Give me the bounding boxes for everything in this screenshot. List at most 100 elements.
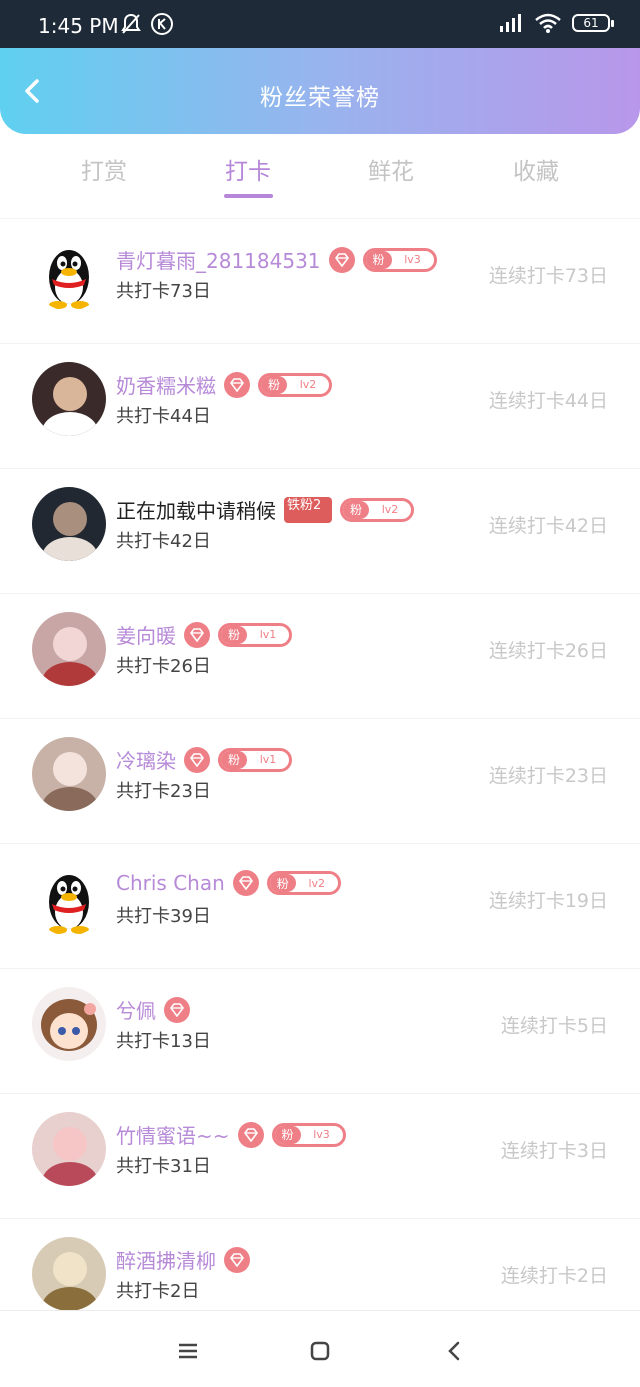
ranking-list: 青灯暮雨_281184531 粉 lv3 共打卡73日 连续打卡73日 奶香糯米糍粉 lv2… [0, 218, 640, 1343]
name-line: 姜向暖 粉 lv1 [116, 620, 292, 649]
name-line: 正在加载中请稍候 铁粉2 粉 lv2 [116, 495, 414, 524]
tab-favorites[interactable]: 收藏 [486, 152, 586, 186]
name-line: 冷璃染 粉 lv1 [116, 745, 292, 774]
avatar[interactable] [32, 1112, 106, 1186]
name-line: 兮佩 [116, 995, 190, 1024]
fan-level-badge: 粉 lv2 [340, 497, 414, 522]
k-circle-icon [151, 13, 173, 35]
fan-label: 粉 [221, 750, 247, 769]
list-item[interactable]: 奶香糯米糍 粉 lv2 共打卡44日 连续打卡44日 [0, 343, 640, 468]
user-name[interactable]: Chris Chan [116, 871, 225, 895]
name-line: 竹情蜜语~~ 粉 lv3 [116, 1120, 346, 1149]
fan-level: lv2 [308, 876, 326, 890]
fan-label: 粉 [269, 874, 296, 892]
status-icons-right: 61 [498, 12, 614, 34]
diamond-icon [237, 1121, 264, 1148]
iron-fan-badge: 铁粉2 [284, 496, 332, 523]
fan-level: lv3 [404, 253, 421, 266]
streak-checkin: 连续打卡23日 [488, 765, 608, 787]
streak-checkin: 连续打卡2日 [500, 1265, 608, 1287]
tab-flowers[interactable]: 鲜花 [341, 152, 441, 186]
avatar[interactable] [32, 737, 106, 811]
fan-level: lv1 [259, 628, 277, 641]
user-name[interactable]: 正在加载中请稍候 [116, 495, 276, 524]
streak-checkin: 连续打卡26日 [488, 640, 608, 662]
fan-level-badge: 粉 lv2 [258, 372, 332, 397]
list-item[interactable]: Chris Chan 粉 lv2 共打卡39日 连续打卡19日 [0, 843, 640, 968]
streak-checkin: 连续打卡44日 [488, 390, 608, 412]
avatar[interactable] [32, 612, 106, 686]
streak-checkin: 连续打卡73日 [488, 265, 608, 287]
avatar[interactable] [32, 487, 106, 561]
name-line: 醉酒拂清柳 [116, 1245, 250, 1274]
tab-checkin[interactable]: 打卡 [198, 152, 298, 186]
diamond-icon [184, 621, 210, 648]
fan-level: lv3 [313, 1128, 330, 1141]
streak-checkin: 连续打卡19日 [488, 890, 608, 912]
status-time: 1:45 PM [38, 14, 119, 38]
user-name[interactable]: 青灯暮雨_281184531 [116, 245, 321, 274]
user-name[interactable]: 冷璃染 [116, 745, 176, 774]
streak-checkin: 连续打卡42日 [488, 515, 608, 537]
total-checkin: 共打卡39日 [116, 906, 211, 927]
total-checkin: 共打卡13日 [116, 1031, 211, 1052]
fan-level-badge: 粉 lv2 [266, 871, 341, 895]
user-name[interactable]: 兮佩 [116, 995, 156, 1024]
fan-level-badge: 粉 lv1 [218, 747, 292, 772]
menu-icon[interactable] [174, 1337, 202, 1365]
fan-label: 粉 [221, 625, 247, 644]
avatar[interactable] [32, 237, 106, 311]
total-checkin: 共打卡2日 [116, 1281, 200, 1302]
fan-label: 粉 [261, 375, 287, 394]
diamond-icon [224, 1246, 250, 1273]
status-icons-left [120, 12, 174, 36]
name-line: 青灯暮雨_281184531 粉 lv3 [116, 245, 437, 274]
total-checkin: 共打卡31日 [116, 1156, 211, 1177]
battery-icon: 61 [572, 14, 614, 32]
page-title: 粉丝荣誉榜 [260, 85, 380, 111]
list-item[interactable]: 冷璃染 粉 lv1 共打卡23日 连续打卡23日 [0, 718, 640, 843]
back-nav-icon[interactable] [441, 1337, 469, 1365]
total-checkin: 共打卡73日 [116, 281, 211, 302]
name-line: 奶香糯米糍 粉 lv2 [116, 370, 332, 399]
avatar[interactable] [32, 862, 106, 936]
signal-icon [500, 14, 521, 32]
fan-label: 粉 [343, 500, 369, 519]
user-name[interactable]: 竹情蜜语~~ [116, 1120, 230, 1149]
wifi-icon [535, 13, 561, 33]
user-name[interactable]: 奶香糯米糍 [116, 370, 216, 399]
total-checkin: 共打卡23日 [116, 781, 211, 802]
home-icon[interactable] [306, 1337, 334, 1365]
diamond-icon [184, 746, 210, 773]
avatar[interactable] [32, 362, 106, 436]
list-item[interactable]: 青灯暮雨_281184531 粉 lv3 共打卡73日 连续打卡73日 [0, 218, 640, 343]
fan-level: lv2 [299, 378, 317, 391]
status-bar: 1:45 PM 61 [0, 0, 640, 48]
name-line: Chris Chan 粉 lv2 [116, 870, 341, 896]
list-item[interactable]: 竹情蜜语~~ 粉 lv3 共打卡31日 连续打卡3日 [0, 1093, 640, 1218]
avatar[interactable] [32, 987, 106, 1061]
user-name[interactable]: 姜向暖 [116, 620, 176, 649]
fan-label: 粉 [274, 1125, 301, 1144]
bell-off-icon [121, 13, 141, 34]
tab-reward[interactable]: 打赏 [54, 152, 154, 186]
system-nav-bar [0, 1310, 640, 1387]
active-tab-indicator [224, 194, 273, 198]
streak-checkin: 连续打卡5日 [500, 1015, 608, 1037]
user-name[interactable]: 醉酒拂清柳 [116, 1245, 216, 1274]
diamond-icon [232, 870, 259, 896]
list-item[interactable]: 兮佩共打卡13日 连续打卡5日 [0, 968, 640, 1093]
avatar[interactable] [32, 1237, 106, 1311]
diamond-icon [164, 996, 190, 1023]
list-item[interactable]: 正在加载中请稍候 铁粉2 粉 lv2 共打卡42日 连续打卡42日 [0, 468, 640, 593]
fan-level-badge: 粉 lv3 [362, 247, 437, 272]
page-header: 粉丝荣誉榜 [0, 48, 640, 134]
fan-level: lv1 [259, 753, 277, 766]
diamond-icon [224, 371, 250, 398]
diamond-icon [328, 246, 355, 273]
fan-level-badge: 粉 lv3 [271, 1122, 346, 1147]
list-item[interactable]: 姜向暖 粉 lv1 共打卡26日 连续打卡26日 [0, 593, 640, 718]
total-checkin: 共打卡44日 [116, 406, 211, 427]
streak-checkin: 连续打卡3日 [500, 1140, 608, 1162]
fan-level: lv2 [381, 503, 399, 516]
